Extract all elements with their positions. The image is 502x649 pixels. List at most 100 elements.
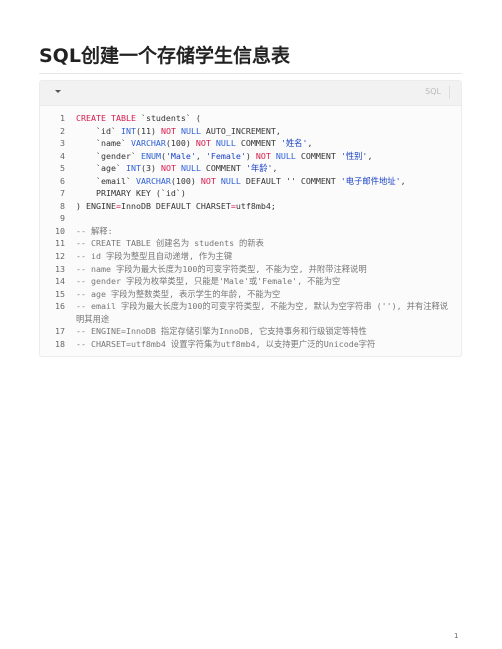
line-number: 15	[55, 288, 65, 299]
code-text: -- CREATE TABLE 创建名为 students 的新表	[76, 237, 461, 250]
code-language-label: SQL	[425, 87, 441, 96]
page-title: SQL创建一个存储学生信息表	[39, 45, 290, 67]
code-token: -- 解释:	[76, 225, 113, 236]
line-number: 4	[60, 150, 65, 161]
code-token: COMMENT	[200, 163, 246, 174]
code-token: NOT	[160, 125, 176, 136]
code-token: '电子邮件地址'	[340, 175, 401, 186]
code-token: NOT	[200, 175, 216, 186]
code-line: 11 -- CREATE TABLE 创建名为 students 的新表	[40, 237, 461, 250]
header-separator	[449, 86, 450, 99]
code-token: `age`	[76, 163, 126, 174]
code-token: AUTO_INCREMENT,	[200, 125, 281, 136]
code-text: `email` VARCHAR(100) NOT NULL DEFAULT ''…	[76, 175, 461, 188]
code-text: `age` INT(3) NOT NULL COMMENT '年龄',	[76, 162, 461, 175]
code-token: 'Male'	[165, 150, 196, 161]
line-number: 7	[60, 188, 65, 199]
code-token: NOT	[195, 138, 211, 149]
caret-down-icon[interactable]	[55, 90, 61, 93]
code-text: -- id 字段为整型且自动递增, 作为主键	[76, 250, 461, 263]
code-token: NULL	[180, 163, 201, 174]
code-line: 6 `email` VARCHAR(100) NOT NULL DEFAULT …	[40, 175, 461, 188]
code-text: PRIMARY KEY (`id`)	[76, 187, 461, 200]
code-token: CREATE TABLE	[76, 113, 136, 123]
code-token: COMMENT	[295, 150, 341, 161]
code-token: (3)	[140, 163, 161, 174]
code-token: '性别'	[340, 150, 368, 161]
code-text: ​	[76, 212, 461, 225]
line-number: 10	[55, 225, 65, 236]
code-token: ENUM	[140, 150, 161, 161]
code-line: 3 `name` VARCHAR(100) NOT NULL COMMENT '…	[40, 137, 461, 150]
line-number: 5	[60, 163, 65, 174]
title-divider	[39, 73, 462, 74]
code-token: DEFAULT '' COMMENT	[240, 175, 341, 186]
line-number: 2	[60, 125, 65, 136]
code-token: NOT	[160, 163, 176, 174]
code-token: ,	[272, 163, 278, 174]
line-number: 13	[55, 263, 65, 274]
code-line: 7 PRIMARY KEY (`id`)	[40, 187, 461, 200]
code-line: 1 CREATE TABLE `students` (	[40, 112, 461, 125]
code-token: (11)	[135, 125, 161, 136]
code-token: NULL	[215, 138, 236, 149]
code-token: INT	[125, 163, 141, 174]
code-token: VARCHAR	[135, 175, 171, 186]
line-number: 17	[55, 326, 65, 337]
line-number: 6	[60, 175, 65, 186]
code-token: '姓名'	[280, 138, 308, 149]
page-number: 1	[454, 632, 459, 640]
code-text: CREATE TABLE `students` (	[76, 112, 461, 125]
code-block: SQL 1 CREATE TABLE `students` (2 `id` INT…	[39, 80, 462, 357]
line-number: 16	[55, 301, 65, 312]
code-text: -- CHARSET=utf8mb4 设置字符集为utf8mb4, 以支持更广泛…	[76, 338, 461, 351]
code-body: 1 CREATE TABLE `students` (2 `id` INT(11)…	[40, 112, 461, 350]
code-token: utf8mb4;	[235, 200, 276, 211]
code-token: NULL	[180, 125, 201, 136]
code-line: 2 `id` INT(11) NOT NULL AUTO_INCREMENT,	[40, 125, 461, 138]
code-token: COMMENT	[235, 138, 281, 149]
code-token: `email`	[76, 175, 136, 186]
code-text: -- ENGINE=InnoDB 指定存储引擎为InnoDB, 它支持事务和行级…	[76, 325, 461, 338]
code-line: 14 -- gender 字段为枚举类型, 只能是'Male'或'Female',…	[40, 275, 461, 288]
code-token: -- name 字段为最大长度为100的可变字符类型, 不能为空, 并附带注释说…	[76, 263, 367, 274]
code-token: -- ENGINE=InnoDB 指定存储引擎为InnoDB, 它支持事务和行级…	[76, 326, 367, 337]
code-line: 10 -- 解释:	[40, 225, 461, 238]
line-number: 1	[60, 113, 65, 123]
code-line: 12 -- id 字段为整型且自动递增, 作为主键	[40, 250, 461, 263]
code-text: -- gender 字段为枚举类型, 只能是'Male'或'Female', 不…	[76, 275, 461, 288]
code-line: 16 -- email 字段为最大长度为100的可变字符类型, 不能为空, 默认为…	[40, 300, 461, 325]
code-token: '年龄'	[245, 163, 273, 174]
code-token: NOT	[255, 150, 271, 161]
code-line: 5 `age` INT(3) NOT NULL COMMENT '年龄',	[40, 162, 461, 175]
line-number: 3	[60, 138, 65, 149]
code-token: -- email 字段为最大长度为100的可变字符类型, 不能为空, 默认为空字…	[76, 301, 449, 324]
code-token: (100)	[170, 175, 201, 186]
code-line: 4 `gender` ENUM('Male', 'Female') NOT NU…	[40, 150, 461, 163]
code-token: `id`	[76, 125, 121, 136]
line-number: 18	[55, 338, 65, 349]
code-text: -- age 字段为整数类型, 表示学生的年龄, 不能为空	[76, 288, 461, 301]
code-token: NULL	[275, 150, 296, 161]
code-token: 'Female'	[205, 150, 246, 161]
code-token: ,	[307, 138, 313, 149]
code-token: -- CHARSET=utf8mb4 设置字符集为utf8mb4, 以支持更广泛…	[76, 338, 376, 349]
code-token: VARCHAR	[130, 138, 166, 149]
code-token: -- CREATE TABLE 创建名为 students 的新表	[76, 238, 264, 249]
code-text: -- 解释:	[76, 225, 461, 238]
code-token: ) ENGINE	[76, 200, 116, 211]
code-token: -- id 字段为整型且自动递增, 作为主键	[76, 251, 233, 262]
code-token: )	[245, 150, 256, 161]
code-token: `gender`	[76, 150, 141, 161]
code-line: 18 -- CHARSET=utf8mb4 设置字符集为utf8mb4, 以支持更…	[40, 338, 461, 351]
code-text: `name` VARCHAR(100) NOT NULL COMMENT '姓名…	[76, 137, 461, 150]
code-token: PRIMARY KEY (`id`)	[76, 188, 186, 199]
code-line: 9​	[40, 212, 461, 225]
line-number: 12	[55, 251, 65, 262]
line-number: 8	[60, 200, 65, 211]
code-line: 17 -- ENGINE=InnoDB 指定存储引擎为InnoDB, 它支持事务和…	[40, 325, 461, 338]
code-text: `gender` ENUM('Male', 'Female') NOT NULL…	[76, 150, 461, 163]
code-token: InnoDB DEFAULT CHARSET	[120, 200, 231, 211]
code-line: 13 -- name 字段为最大长度为100的可变字符类型, 不能为空, 并附带注…	[40, 263, 461, 276]
code-token: `name`	[76, 138, 131, 149]
